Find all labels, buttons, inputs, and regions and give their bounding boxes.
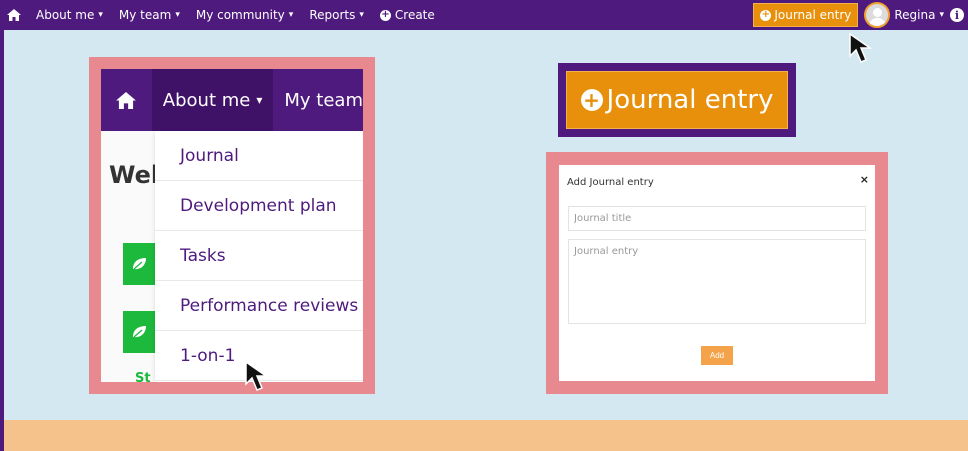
chevron-down-icon: ▾	[359, 10, 364, 20]
close-icon[interactable]: ×	[860, 173, 869, 186]
plus-circle-icon: +	[760, 9, 772, 21]
status-text-partial: St	[135, 371, 151, 382]
mouse-cursor-icon	[849, 32, 873, 63]
journal-title-input[interactable]	[568, 206, 866, 231]
welcome-heading-partial: Wel	[109, 161, 160, 189]
zoom-nav-about-me-label: About me	[162, 89, 251, 111]
zoom-nav-about-me[interactable]: About me ▾	[151, 69, 274, 131]
user-name: Regina	[894, 8, 936, 22]
journal-entry-textarea[interactable]	[568, 239, 866, 324]
leaf-icon	[123, 311, 155, 353]
zoom-nav-my-team[interactable]: My team	[273, 90, 363, 111]
about-me-dropdown: Journal Development plan Tasks Performan…	[155, 131, 363, 382]
mouse-cursor-icon	[245, 360, 269, 391]
nav-about-me-label: About me	[36, 8, 95, 22]
dropdown-item-tasks[interactable]: Tasks	[155, 231, 363, 281]
zoom-journal-entry-button[interactable]: + Journal entry	[566, 71, 788, 129]
zoom-callout-menu: About me ▾ My team Wel St Journal Develo…	[89, 57, 375, 394]
dropdown-item-development-plan[interactable]: Development plan	[155, 181, 363, 231]
zoom-menu-view: About me ▾ My team Wel St Journal Develo…	[101, 69, 363, 382]
home-icon[interactable]	[101, 69, 152, 131]
journal-entry-button-label: Journal entry	[774, 8, 852, 22]
zoom-callout-journal-button: + Journal entry	[558, 63, 796, 137]
chevron-down-icon: ▾	[98, 10, 103, 20]
add-button[interactable]: Add	[701, 346, 733, 365]
zoom-callout-modal: Add Journal entry × Add	[546, 152, 888, 394]
dropdown-item-journal[interactable]: Journal	[155, 131, 363, 181]
dropdown-item-performance-reviews[interactable]: Performance reviews	[155, 281, 363, 331]
nav-my-community-label: My community	[195, 8, 285, 22]
plus-circle-icon: +	[379, 9, 391, 21]
modal-title: Add Journal entry	[567, 177, 654, 188]
nav-my-team-label: My team	[118, 8, 172, 22]
chevron-down-icon: ▾	[175, 10, 180, 20]
nav-reports[interactable]: Reports ▾	[301, 0, 372, 30]
left-edge-strip	[0, 30, 4, 451]
info-icon[interactable]: i	[950, 8, 964, 22]
chevron-down-icon: ▾	[288, 10, 294, 20]
top-navbar: About me ▾ My team ▾ My community ▾ Repo…	[0, 0, 968, 30]
nav-about-me[interactable]: About me ▾	[28, 0, 111, 30]
user-menu[interactable]: Regina ▾	[894, 8, 944, 22]
plus-circle-icon: +	[580, 89, 603, 111]
nav-my-team[interactable]: My team ▾	[111, 0, 188, 30]
navbar-right: + Journal entry Regina ▾ i	[753, 0, 968, 30]
chevron-down-icon: ▾	[256, 93, 263, 107]
chevron-down-icon: ▾	[939, 10, 944, 20]
home-icon[interactable]	[0, 0, 28, 30]
nav-create-label: Create	[394, 8, 435, 22]
nav-create[interactable]: + Create	[372, 0, 443, 30]
nav-my-community[interactable]: My community ▾	[188, 0, 301, 30]
journal-entry-button[interactable]: + Journal entry	[753, 3, 859, 27]
add-journal-modal: Add Journal entry × Add	[559, 165, 875, 381]
leaf-icon	[123, 243, 155, 285]
bottom-band	[4, 420, 968, 451]
avatar[interactable]	[864, 2, 891, 28]
nav-reports-label: Reports	[309, 8, 356, 22]
zoom-navbar: About me ▾ My team	[101, 69, 363, 131]
zoom-journal-entry-label: Journal entry	[606, 85, 774, 115]
